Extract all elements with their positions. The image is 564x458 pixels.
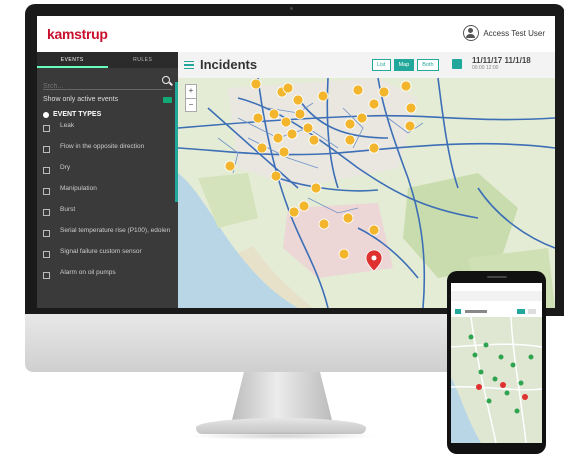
zoom-in-button[interactable]: + (186, 85, 196, 98)
phone-header (451, 305, 542, 317)
event-item-burst[interactable]: Burst (43, 206, 172, 227)
tab-rules[interactable]: RULES (108, 52, 179, 68)
page-title: Incidents (200, 57, 258, 72)
user-menu[interactable]: Access Test User (463, 25, 545, 41)
zoom-out-button[interactable]: − (186, 98, 196, 112)
event-item-manipulation[interactable]: Manipulation (43, 185, 172, 206)
date-range-text: 11/11/17 11/1/18 (472, 56, 531, 65)
phone-map[interactable] (451, 316, 542, 443)
user-name: Access Test User (483, 28, 545, 38)
phone-address-bar[interactable] (451, 291, 542, 301)
stand-shadow (190, 432, 376, 440)
sidebar-tabs: EVENTS RULES (37, 52, 178, 68)
list-view-button[interactable]: List (372, 59, 391, 71)
event-item-oil-pumps[interactable]: Alarm on oil pumps (43, 269, 172, 290)
camera-dot (290, 7, 293, 10)
search-icon[interactable] (162, 76, 170, 84)
radio-dot-icon (43, 111, 49, 118)
both-view-button[interactable]: Both (417, 59, 439, 71)
event-item-temperature-rise[interactable]: Serial temperature rise (P100), edolen (43, 227, 172, 248)
phone-map-canvas[interactable] (451, 316, 542, 443)
event-label: Leak (60, 122, 75, 129)
sidebar: EVENTS RULES Show only active events EVE… (37, 52, 178, 308)
top-bar: kamstrup Access Test User (37, 16, 555, 52)
checkbox[interactable] (43, 272, 50, 279)
search-input[interactable] (43, 79, 143, 94)
event-item-dry[interactable]: Dry (43, 164, 172, 185)
desktop-screen: kamstrup Access Test User EVENTS RULES S… (37, 16, 555, 308)
checkbox[interactable] (43, 209, 50, 216)
phone-screen (451, 283, 542, 443)
event-types-header[interactable]: EVENT TYPES (43, 111, 172, 118)
phone-speaker (487, 276, 507, 278)
event-label: Dry (60, 164, 71, 171)
checkbox[interactable] (43, 146, 50, 153)
checkbox[interactable] (43, 167, 50, 174)
event-label: Serial temperature rise (P100), edolen (60, 227, 171, 234)
map-zoom-control: + − (185, 84, 197, 112)
event-item-leak[interactable]: Leak (43, 122, 172, 143)
menu-icon[interactable] (184, 61, 194, 69)
map-view-button[interactable]: Map (393, 59, 415, 71)
checkbox[interactable] (43, 188, 50, 195)
view-switcher: List Map Both (372, 59, 439, 71)
phone-device (447, 271, 546, 454)
event-label: Flow in the opposite direction (60, 143, 145, 150)
checkbox[interactable] (43, 230, 50, 237)
incidents-header: Incidents List Map Both 11/11/17 11/1/18… (178, 52, 555, 78)
sidebar-search (43, 75, 172, 94)
checkbox[interactable] (43, 125, 50, 132)
event-label: Burst (60, 206, 76, 213)
event-label: Manipulation (60, 185, 97, 192)
date-range[interactable]: 11/11/17 11/1/18 00:00 12:00 (472, 56, 531, 71)
event-types-title: EVENT TYPES (53, 111, 102, 118)
event-label: Signal failure custom sensor (60, 248, 142, 255)
event-item-signal-failure[interactable]: Signal failure custom sensor (43, 248, 172, 269)
checkbox[interactable] (43, 251, 50, 258)
monitor-stand-neck (232, 372, 332, 420)
only-active-label: Show only active events (43, 96, 119, 103)
event-label: Alarm on oil pumps (60, 269, 116, 276)
brand-logo[interactable]: kamstrup (47, 26, 108, 42)
tab-events[interactable]: EVENTS (37, 52, 108, 68)
user-avatar-icon (463, 25, 480, 41)
only-active-toggle[interactable] (163, 96, 172, 103)
event-item-reverse-flow[interactable]: Flow in the opposite direction (43, 143, 172, 164)
calendar-icon[interactable] (452, 59, 462, 69)
main-panel: Incidents List Map Both 11/11/17 11/1/18… (178, 52, 555, 308)
time-range-text: 00:00 12:00 (472, 65, 499, 71)
only-active-row: Show only active events (43, 96, 172, 103)
